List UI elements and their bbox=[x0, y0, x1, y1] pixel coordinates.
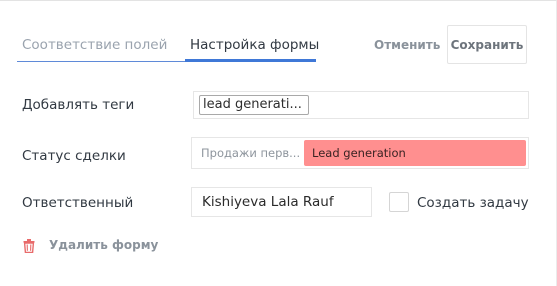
tags-input[interactable]: lead generati... bbox=[193, 91, 529, 119]
create-task-checkbox[interactable] bbox=[389, 192, 409, 212]
pipeline-name[interactable]: Продажи перв... bbox=[201, 138, 305, 168]
delete-form-button[interactable]: Удалить форму bbox=[23, 235, 158, 255]
deal-status-label: Статус сделки bbox=[22, 148, 126, 164]
form-settings-panel: Соответствие полей Настройка формы Отмен… bbox=[0, 0, 557, 286]
trash-icon bbox=[23, 238, 35, 254]
delete-form-label: Удалить форму bbox=[49, 238, 159, 252]
responsible-label: Ответственный bbox=[22, 195, 134, 211]
tab-field-mapping[interactable]: Соответствие полей bbox=[22, 37, 167, 53]
cancel-button[interactable]: Отменить bbox=[374, 36, 440, 54]
status-stage-badge[interactable]: Lead generation bbox=[304, 140, 526, 166]
tab-form-settings[interactable]: Настройка формы bbox=[190, 37, 319, 53]
deal-status-select[interactable]: Продажи перв... Lead generation bbox=[191, 137, 529, 169]
tag-chip[interactable]: lead generati... bbox=[199, 95, 309, 115]
active-tab-indicator bbox=[185, 59, 316, 62]
create-task-label[interactable]: Создать задачу bbox=[417, 195, 529, 211]
tags-label: Добавлять теги bbox=[22, 97, 135, 113]
tabs-divider bbox=[17, 61, 185, 62]
save-button[interactable]: Сохранить bbox=[447, 25, 527, 64]
responsible-select[interactable]: Kishiyeva Lala Rauf bbox=[191, 187, 372, 217]
